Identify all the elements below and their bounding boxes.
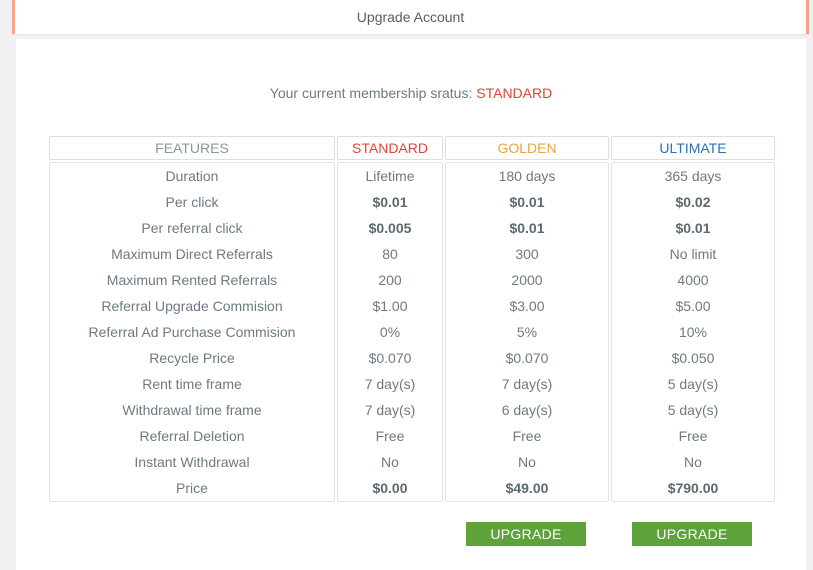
plan-value-golden: 6 day(s) [501,402,553,418]
feature-label: Duration [165,168,219,184]
column-golden: GOLDEN 180 days $0.01 $0.01 300 2000 $3.00 5% $… [445,136,609,502]
plan-value-golden: 180 days [498,168,556,184]
column-standard: STANDARD Lifetime $0.01 $0.005 80 200 $1.00 0%… [337,136,443,502]
feature-label: Recycle Price [149,350,235,366]
plan-value-standard: 7 day(s) [364,402,416,418]
feature-label: Maximum Rented Referrals [106,272,278,288]
plan-value-golden: 7 day(s) [501,376,553,392]
plan-value-ultimate: 5 day(s) [667,402,719,418]
plan-value-standard: $0.01 [372,194,408,210]
plan-value-golden: No [518,454,536,470]
plan-value-standard: 80 [382,246,398,262]
plan-value-ultimate: $0.02 [675,194,711,210]
plan-value-ultimate: $0.01 [675,220,711,236]
page-title: Upgrade Account [356,9,465,25]
feature-label: Instant Withdrawal [134,454,250,470]
plan-value-standard: $0.00 [372,480,408,496]
feature-label: Withdrawal time frame [122,402,262,418]
plan-value-standard: Lifetime [365,168,415,184]
plan-value-standard: $0.070 [368,350,412,366]
plan-value-ultimate: $5.00 [675,298,711,314]
plan-value-golden: 300 [515,246,539,262]
column-ultimate: ULTIMATE 365 days $0.02 $0.01 No limit 4000 $… [611,136,775,502]
feature-label: Per click [165,194,219,210]
features-body: Duration Per click Per referral click Maxim… [49,162,335,502]
plan-value-golden: $0.01 [509,220,545,236]
plan-value-golden: $3.00 [509,298,545,314]
ultimate-body: 365 days $0.02 $0.01 No limit 4000 $5.00 10% $0… [611,162,775,502]
header-golden: GOLDEN [445,136,609,160]
plan-value-ultimate: No limit [669,246,717,262]
plan-value-standard: 7 day(s) [364,376,416,392]
standard-body: Lifetime $0.01 $0.005 80 200 $1.00 0% $0.070 7 d… [337,162,443,502]
membership-status: Your current membership sratus: STANDARD [16,85,806,101]
feature-label: Maximum Direct Referrals [111,246,273,262]
plan-value-ultimate: 5 day(s) [667,376,719,392]
upgrade-ultimate-button[interactable]: UPGRADE [632,522,752,546]
plan-value-golden: $0.01 [509,194,545,210]
feature-label: Rent time frame [142,376,242,392]
plan-value-standard: Free [375,428,405,444]
feature-label: Referral Ad Purchase Commision [88,324,296,340]
plan-value-ultimate: $0.050 [671,350,715,366]
membership-status-label: Your current membership sratus: [269,85,473,101]
page-header: Upgrade Account [12,0,809,34]
golden-body: 180 days $0.01 $0.01 300 2000 $3.00 5% $0.070 7 … [445,162,609,502]
plan-value-golden: Free [512,428,542,444]
feature-label: Price [176,480,208,496]
plan-value-ultimate: $790.00 [667,480,719,496]
plan-value-ultimate: 365 days [664,168,722,184]
feature-label: Per referral click [141,220,243,236]
column-features: FEATURES Duration Per click Per referral c… [49,136,335,502]
plan-value-standard: $1.00 [372,298,408,314]
header-standard: STANDARD [337,136,443,160]
plans-comparison-table: FEATURES Duration Per click Per referral c… [49,136,775,502]
plan-value-golden: $0.070 [505,350,549,366]
feature-label: Referral Upgrade Commision [101,298,283,314]
header-features: FEATURES [49,136,335,160]
header-ultimate: ULTIMATE [611,136,775,160]
upgrade-panel: Your current membership sratus: STANDARD… [16,39,806,570]
plan-value-golden: 2000 [511,272,543,288]
plan-value-standard: 0% [379,324,401,340]
plan-value-standard: No [381,454,399,470]
plan-value-ultimate: Free [678,428,708,444]
plan-value-golden: 5% [516,324,538,340]
plan-value-golden: $49.00 [505,480,549,496]
membership-status-value: STANDARD [476,85,553,101]
plan-value-standard: 200 [378,272,402,288]
plan-value-standard: $0.005 [368,220,412,236]
feature-label: Referral Deletion [139,428,245,444]
plan-value-ultimate: No [684,454,702,470]
upgrade-golden-button[interactable]: UPGRADE [466,522,586,546]
plan-value-ultimate: 10% [678,324,708,340]
plan-value-ultimate: 4000 [677,272,709,288]
